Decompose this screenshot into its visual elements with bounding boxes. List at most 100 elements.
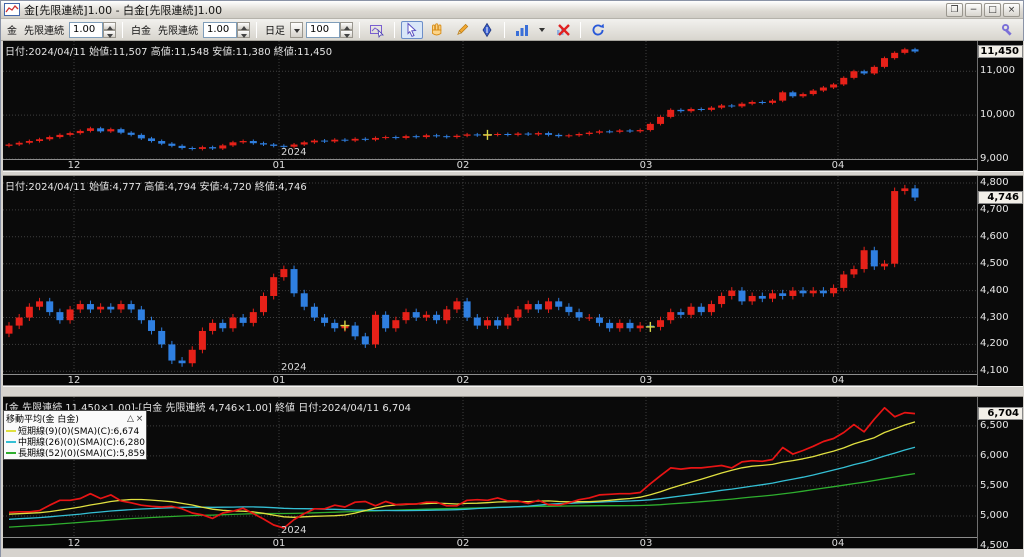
x-axis-month-label: 12 [61,375,87,386]
chart-select-tool-icon[interactable] [366,21,388,39]
platinum-multiplier-value[interactable]: 1.00 [203,22,237,38]
spread-x-axis-strip[interactable]: 12 01 02 03 04 [1,537,977,549]
timeframe-dropdown-icon[interactable] [290,22,303,38]
chart-type-dropdown-icon[interactable] [536,22,549,38]
toolbar-separator [580,22,581,38]
x-axis-month-label: 02 [450,160,476,171]
toolbar-separator [504,22,505,38]
moving-average-legend[interactable]: 移動平均(金 白金) △ × 短期線(9)(0)(SMA)(C):6,674 中… [3,410,147,460]
spread-last-price-box: 6,704 [978,407,1023,420]
gold-multiplier-spinner[interactable]: 1.00 [69,22,116,38]
spinner-up-icon[interactable] [103,22,116,30]
chart-type-icon[interactable] [511,21,533,39]
gold-candles [6,48,919,151]
spinner-down-icon[interactable] [237,30,250,38]
toolbar-separator [394,22,395,38]
y-axis-tick-label: 4,300 [980,312,1009,323]
delete-indicator-icon[interactable] [552,21,574,39]
x-axis-month-label: 04 [825,375,851,386]
spinner-down-icon[interactable] [340,30,353,38]
x-axis-month-label: 03 [633,160,659,171]
bar-count-spinner[interactable]: 100 [306,22,353,38]
bar-count-value[interactable]: 100 [306,22,340,38]
x-axis-month-label: 01 [266,160,292,171]
y-axis-tick-label: 4,400 [980,285,1009,296]
x-axis-month-label: 01 [266,375,292,386]
panel-separator[interactable] [1,386,1024,397]
float-window-button[interactable]: ❐ [946,3,963,17]
y-axis-tick-label: 4,200 [980,338,1009,349]
y-axis-tick-label: 9,000 [980,153,1009,164]
maximize-button[interactable]: □ [984,3,1001,17]
y-axis-tick-label: 4,600 [980,231,1009,242]
platinum-series-label: 先限連続 [156,22,200,37]
x-axis-month-label: 12 [61,160,87,171]
year-label: 2024 [281,362,306,373]
gold-multiplier-value[interactable]: 1.00 [69,22,103,38]
spinner-up-icon[interactable] [340,22,353,30]
x-axis-month-label: 02 [450,538,476,549]
spinner-up-icon[interactable] [237,22,250,30]
chart-window: 金[先限連続]1.00 - 白金[先限連続]1.00 ❐ − □ × 金 先限連… [0,0,1024,557]
panel-separator[interactable] [1,171,1024,176]
y-axis-tick-label: 4,700 [980,204,1009,215]
y-axis-tick-label: 5,500 [980,480,1009,491]
toolbar-separator [359,22,360,38]
price-chart-svg[interactable] [1,41,1024,557]
y-axis-tick-label: 6,500 [980,420,1009,431]
platinum-x-axis-strip[interactable]: 12 01 02 03 04 [1,374,977,386]
y-axis-tick-label: 4,500 [980,258,1009,269]
year-label: 2024 [281,525,306,536]
timeframe-label: 日足 [263,22,287,37]
platinum-candles [6,185,919,367]
legend-row-long-ma: 長期線(52)(0)(SMA)(C):5,859 [6,447,144,458]
platinum-last-price-box: 4,746 [978,191,1023,204]
legend-collapse-icon[interactable]: △ [126,414,135,424]
y-axis-tick-label: 4,100 [980,365,1009,376]
gold-symbol-label: 金 [5,22,19,37]
x-axis-month-label: 03 [633,375,659,386]
long-ma-swatch [6,452,16,454]
window-title: 金[先限連続]1.00 - 白金[先限連続]1.00 [24,2,946,18]
long-ma-label: 長期線(52)(0)(SMA)(C):5,859 [18,446,145,459]
y-axis-border [977,41,978,557]
x-axis-month-label: 03 [633,538,659,549]
short-ma-swatch [6,430,16,432]
y-axis-tick-label: 10,000 [980,109,1015,120]
x-axis-month-label: 02 [450,375,476,386]
gold-x-axis-strip[interactable]: 12 01 02 03 04 [1,159,977,171]
x-axis-month-label: 04 [825,160,851,171]
y-axis-tick-label: 11,000 [980,65,1015,76]
window-left-edge [1,41,3,557]
pen-tool-icon[interactable] [476,21,498,39]
y-axis-tick-label: 6,000 [980,450,1009,461]
x-axis-month-label: 01 [266,538,292,549]
year-label: 2024 [281,147,306,158]
minimize-button[interactable]: − [965,3,982,17]
toolbar-separator [122,22,123,38]
title-bar[interactable]: 金[先限連続]1.00 - 白金[先限連続]1.00 ❐ − □ × [1,1,1023,19]
toolbar-separator [256,22,257,38]
chart-area[interactable]: 日付:2024/04/11 始値:11,507 高値:11,548 安値:11,… [1,41,1024,557]
x-axis-month-label: 12 [61,538,87,549]
cursor-tool-icon[interactable] [401,21,423,39]
platinum-panel-header: 日付:2024/04/11 始値:4,777 高値:4,794 安値:4,720… [5,178,307,193]
gold-series-label: 先限連続 [22,22,66,37]
platinum-multiplier-spinner[interactable]: 1.00 [203,22,250,38]
gold-last-price-box: 11,450 [978,45,1023,58]
x-axis-month-label: 04 [825,538,851,549]
y-axis-tick-label: 4,800 [980,177,1009,188]
platinum-symbol-label: 白金 [129,22,153,37]
spinner-down-icon[interactable] [103,30,116,38]
settings-wrench-icon[interactable] [997,21,1019,39]
pencil-tool-icon[interactable] [451,21,473,39]
refresh-icon[interactable] [587,21,609,39]
window-bottom-edge [1,549,1024,557]
toolbar: 金 先限連続 1.00 白金 先限連続 1.00 日足 100 [1,19,1023,41]
app-chart-icon [4,3,20,16]
mid-ma-swatch [6,441,16,443]
y-axis-tick-label: 5,000 [980,510,1009,521]
legend-close-icon[interactable]: × [135,414,144,424]
hand-tool-icon[interactable] [426,21,448,39]
close-button[interactable]: × [1003,3,1020,17]
